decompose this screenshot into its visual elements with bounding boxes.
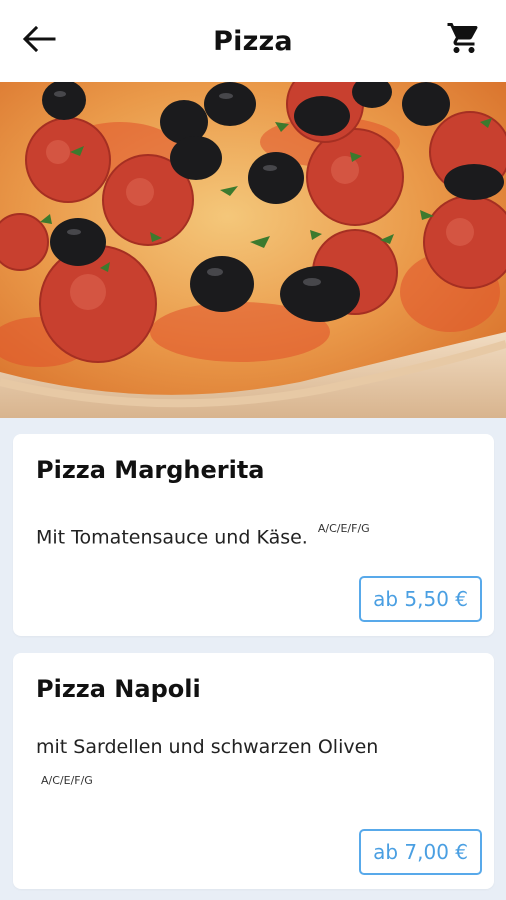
allergens-label: A/C/E/F/G <box>317 522 370 535</box>
pizza-photo <box>0 82 506 418</box>
arrow-left-icon <box>22 25 56 56</box>
app-screen: Pizza Pizza Margherita Mit Tomatensauce … <box>0 0 506 900</box>
allergens-label: A/C/E/F/G <box>41 774 93 787</box>
menu-item-description: Mit Tomatensauce und Käse. A/C/E/F/G <box>36 522 370 549</box>
menu-item-name: Pizza Margherita <box>36 456 265 484</box>
back-button[interactable] <box>20 22 58 60</box>
menu-item-description-text: Mit Tomatensauce und Käse. <box>36 526 308 549</box>
price-button[interactable]: ab 7,00 € <box>359 829 482 875</box>
shopping-cart-icon <box>446 20 482 60</box>
menu-item-card[interactable]: Pizza Napoli mit Sardellen und schwarzen… <box>13 653 494 889</box>
menu-item-name: Pizza Napoli <box>36 675 201 703</box>
cart-button[interactable] <box>444 20 484 60</box>
page-title: Pizza <box>213 25 293 57</box>
menu-item-card[interactable]: Pizza Margherita Mit Tomatensauce und Kä… <box>13 434 494 636</box>
price-button[interactable]: ab 5,50 € <box>359 576 482 622</box>
header-bar: Pizza <box>0 0 506 82</box>
menu-item-description: mit Sardellen und schwarzen Oliven <box>36 736 379 758</box>
